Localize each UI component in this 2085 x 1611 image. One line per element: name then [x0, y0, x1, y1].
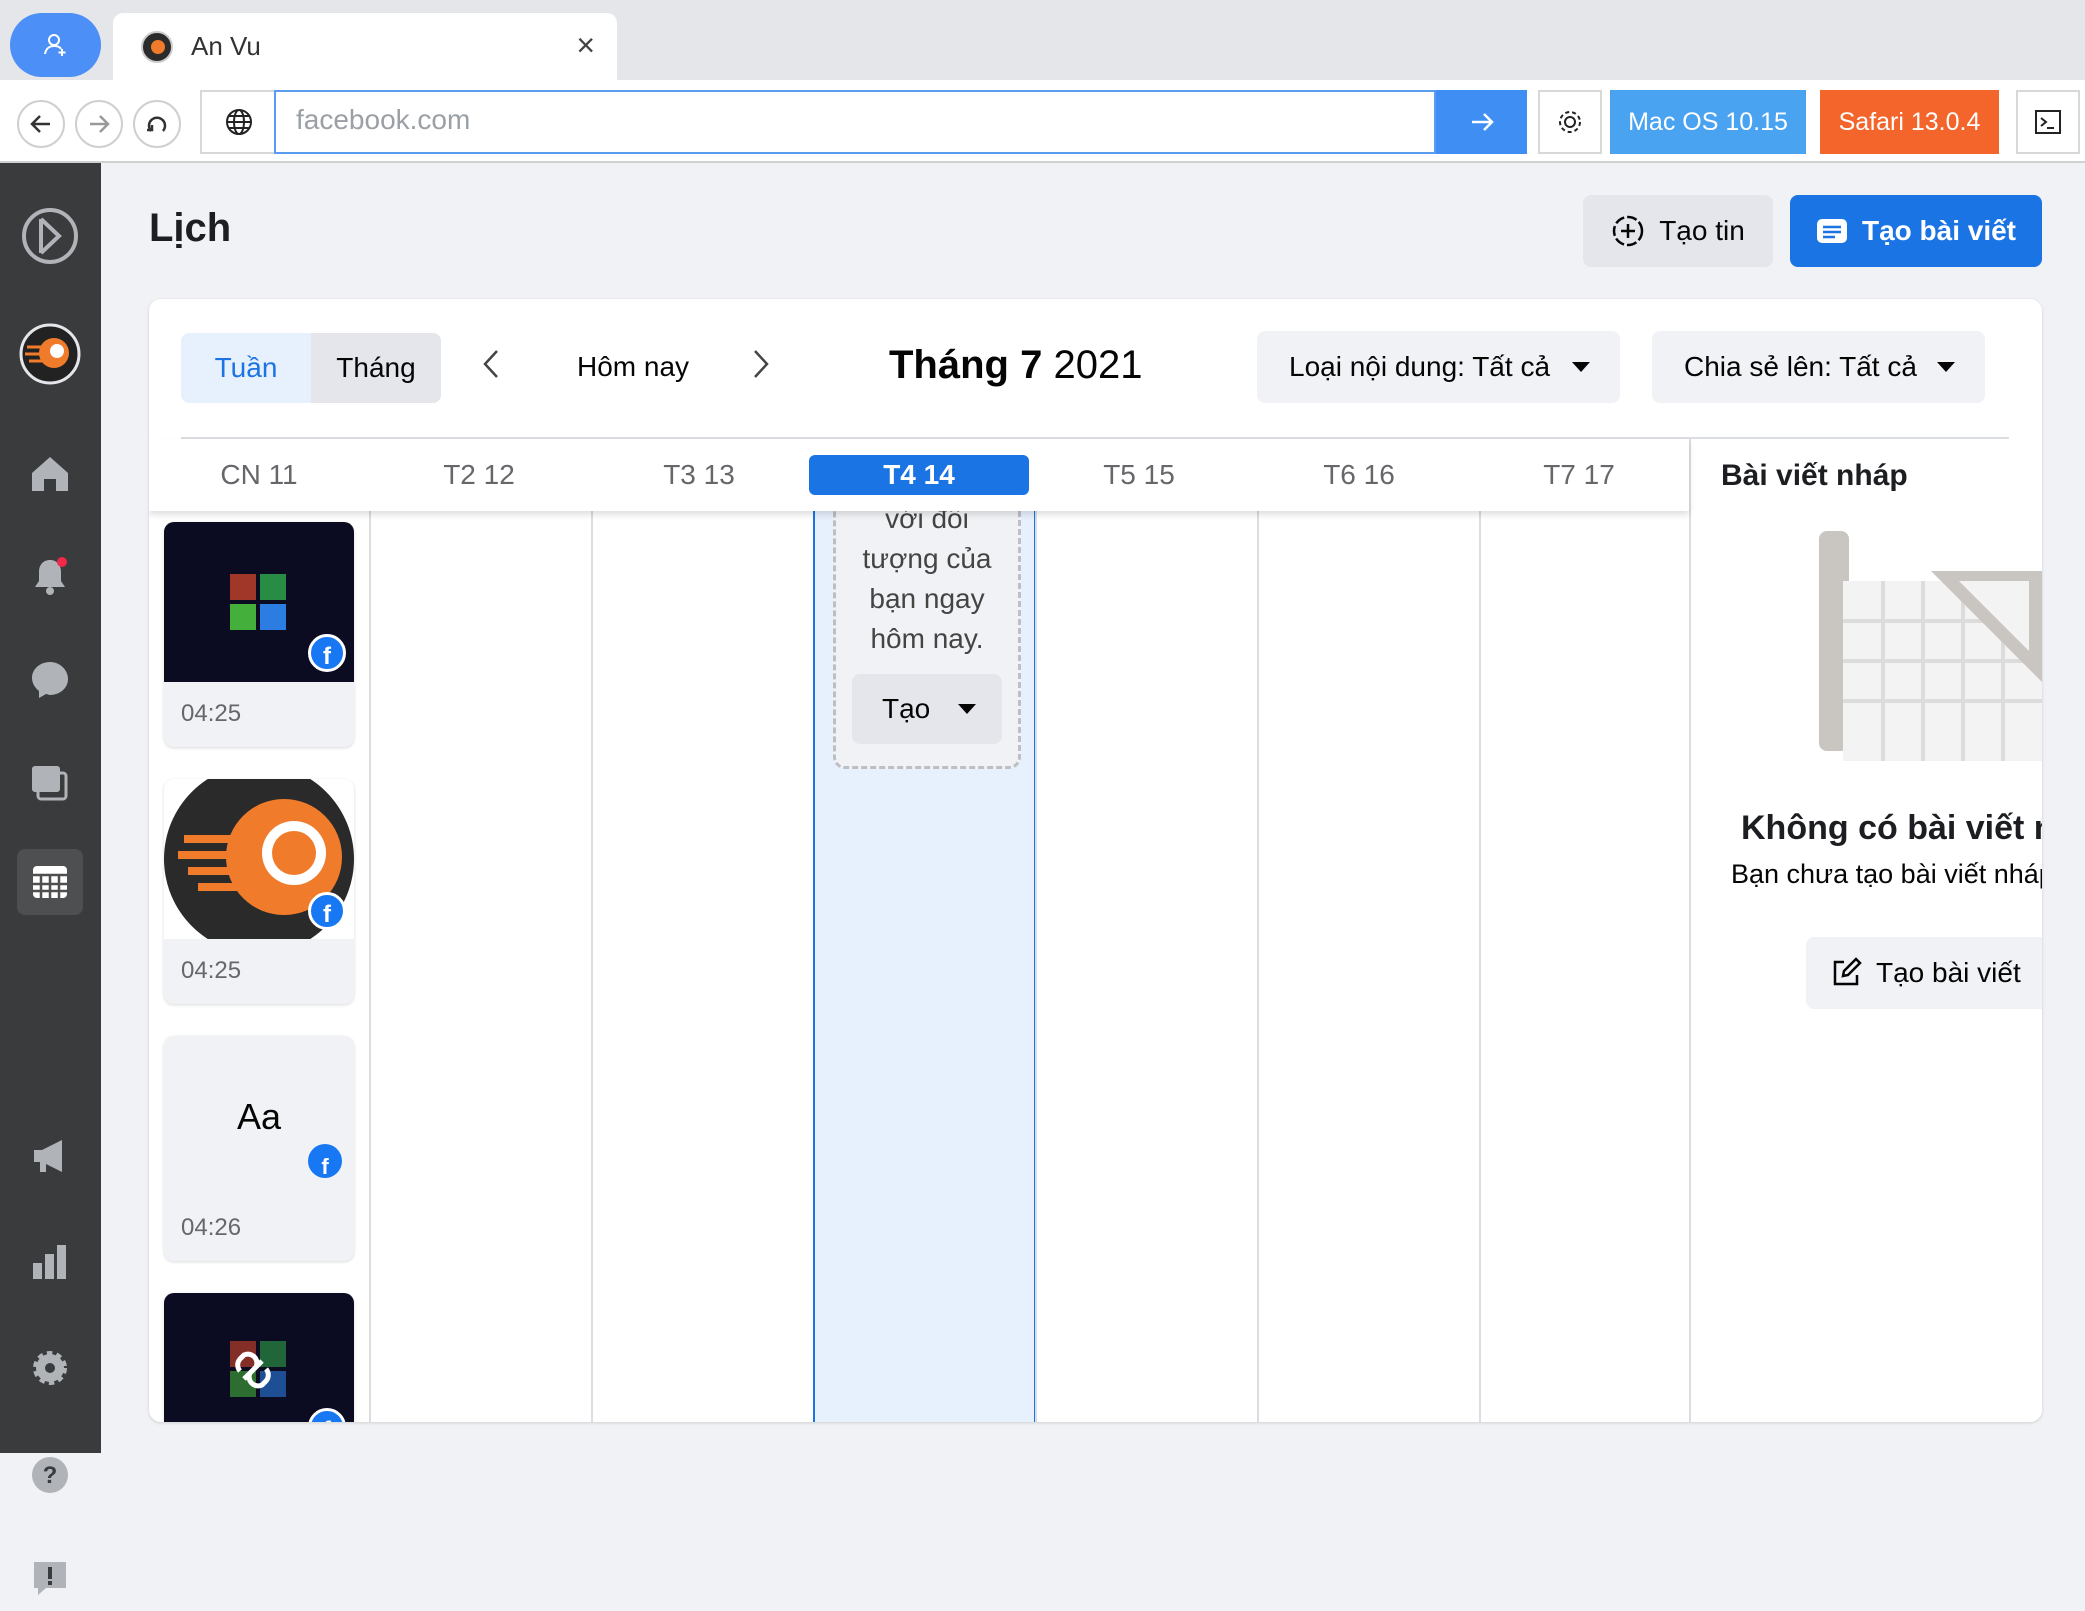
day-label[interactable]: T6 16 [1249, 439, 1469, 511]
inbox-icon[interactable] [17, 646, 83, 712]
post-time: 04:25 [181, 700, 242, 727]
day-label-selected[interactable]: T4 14 [809, 455, 1029, 495]
caret-down-icon [958, 704, 976, 714]
browser-profile-button[interactable] [10, 13, 101, 77]
day-label[interactable]: T3 13 [589, 439, 809, 511]
browser-settings-icon[interactable] [1538, 90, 1602, 154]
day-column[interactable] [1479, 511, 1689, 1422]
back-icon[interactable] [17, 100, 65, 148]
create-story-label: Tạo tin [1659, 215, 1745, 246]
forward-icon[interactable] [75, 100, 123, 148]
create-dropdown-button[interactable]: Tạo [852, 674, 1002, 744]
insights-icon[interactable] [17, 1228, 83, 1294]
page-title: Lịch [149, 206, 232, 250]
browser-badge: Safari 13.0.4 [1820, 90, 1999, 154]
post-thumbnail: f [164, 1293, 354, 1422]
logo-icon[interactable] [17, 203, 83, 269]
day-header: CN 11 T2 12 T3 13 T4 14 T5 15 T6 16 T7 1… [149, 439, 1689, 511]
content-type-dropdown[interactable]: Loại nội dung: Tất cả [1257, 331, 1620, 403]
home-icon[interactable] [17, 440, 83, 506]
reload-icon[interactable] [133, 100, 181, 148]
tab-title: An Vu [191, 31, 261, 61]
report-icon[interactable] [17, 1545, 83, 1611]
day-label[interactable]: T2 12 [369, 439, 589, 511]
chevron-right-icon[interactable] [749, 347, 773, 390]
scheduled-post[interactable]: f 04:25 [164, 779, 354, 1004]
facebook-icon: f [308, 1144, 342, 1178]
os-badge: Mac OS 10.15 [1610, 90, 1806, 154]
day-label[interactable]: CN 11 [149, 439, 369, 511]
post-thumbnail: Aa f [164, 1036, 354, 1196]
drafts-title: Bài viết nháp [1721, 459, 1908, 492]
go-button[interactable] [1436, 90, 1527, 154]
drafts-panel: Bài viết nháp Không có bài viết nháp Bạn… [1689, 439, 2042, 1422]
day-column[interactable] [369, 511, 591, 1422]
content-library-icon[interactable] [17, 750, 83, 816]
caret-down-icon [1937, 362, 1955, 372]
post-thumbnail: f [164, 779, 354, 954]
post-time: 04:26 [181, 1214, 242, 1241]
post-icon [1816, 219, 1847, 243]
browser-tab[interactable]: An Vu × [113, 13, 617, 80]
browser-tab-bar: An Vu × [0, 0, 2085, 80]
create-label: Tạo [882, 693, 931, 724]
arrow-right-icon [1471, 113, 1494, 131]
day-column[interactable] [1257, 511, 1479, 1422]
post-thumbnail: f [164, 522, 354, 682]
share-to-dropdown[interactable]: Chia sẻ lên: Tất cả [1652, 331, 1985, 403]
day-label[interactable]: T5 15 [1029, 439, 1249, 511]
svg-text:?: ? [43, 1462, 58, 1489]
empty-drafts-illustration [1819, 531, 2042, 761]
close-tab-icon[interactable]: × [576, 27, 595, 64]
chevron-left-icon[interactable] [479, 347, 503, 390]
scheduled-post[interactable]: f 04:25 [164, 522, 354, 747]
facebook-icon: f [308, 634, 346, 672]
ads-icon[interactable] [17, 1123, 83, 1189]
create-post-draft-label: Tạo bài viết [1876, 957, 2021, 988]
view-toggle: Tuần Tháng [181, 333, 441, 403]
create-post-draft-button[interactable]: Tạo bài viết [1806, 937, 2042, 1009]
scheduled-post[interactable]: Aa f 04:26 [164, 1036, 354, 1261]
terminal-icon[interactable] [2016, 90, 2080, 154]
help-icon[interactable]: ? [17, 1442, 83, 1508]
empty-drafts-title: Không có bài viết nháp [1741, 809, 2042, 847]
profile-icon [43, 34, 65, 56]
create-prompt-card: với đối tượng của bạn ngay hôm nay. Tạo [833, 499, 1021, 769]
edit-icon [1833, 957, 1862, 986]
create-post-label: Tạo bài viết [1861, 215, 2017, 246]
caret-down-icon [1572, 362, 1590, 372]
month-title: Tháng 7 2021 [889, 343, 1143, 387]
day-label[interactable]: T7 17 [1469, 439, 1689, 511]
create-story-button[interactable]: Tạo tin [1583, 195, 1773, 267]
tab-month[interactable]: Tháng [311, 333, 441, 403]
facebook-icon: f [308, 892, 346, 930]
page-avatar[interactable] [17, 321, 83, 387]
tab-favicon [141, 30, 173, 63]
create-post-button[interactable]: Tạo bài viết [1790, 195, 2042, 267]
planner-icon[interactable] [17, 849, 83, 915]
calendar-card: Tuần Tháng Hôm nay Tháng 7 2021 Loại nội… [149, 299, 2042, 1422]
add-circle-icon [1612, 215, 1644, 247]
empty-drafts-description: Bạn chưa tạo bài viết nháp nào [1731, 859, 2042, 889]
settings-icon[interactable] [17, 1335, 83, 1401]
scheduled-post[interactable]: f [164, 1293, 354, 1422]
day-column[interactable] [1035, 511, 1257, 1422]
post-time: 04:25 [181, 957, 242, 984]
day-column[interactable] [591, 511, 813, 1422]
globe-icon [200, 90, 276, 154]
today-button[interactable]: Hôm nay [577, 351, 689, 383]
left-nav: ? [0, 163, 101, 1595]
tab-week[interactable]: Tuần [181, 333, 311, 403]
url-input[interactable]: facebook.com [274, 90, 1436, 154]
notifications-icon[interactable] [17, 543, 83, 609]
create-prompt-text: với đối tượng của bạn ngay hôm nay. [862, 503, 992, 654]
content-type-label: Loại nội dung: Tất cả [1289, 351, 1551, 382]
text-post-glyph: Aa [236, 1096, 282, 1137]
browser-address-bar: facebook.com Mac OS 10.15 Safari 13.0.4 [0, 80, 2085, 163]
share-to-label: Chia sẻ lên: Tất cả [1684, 351, 1917, 382]
